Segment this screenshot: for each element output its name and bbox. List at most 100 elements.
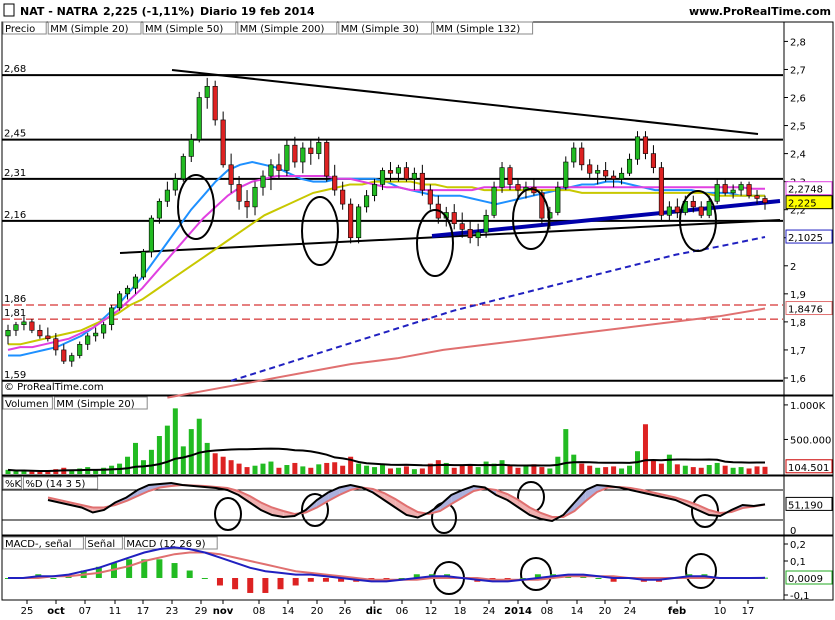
- volume-bar: [595, 467, 601, 474]
- candle-body: [642, 136, 649, 154]
- value-box-label: 2,2748: [788, 185, 823, 196]
- x-tick-label: 29: [195, 606, 208, 617]
- candle-body: [746, 184, 752, 196]
- candle-body: [666, 206, 672, 216]
- level-label: 1,81: [4, 308, 26, 319]
- volume-bar: [132, 442, 138, 474]
- volume-bar: [714, 462, 720, 474]
- volume-bar: [475, 467, 481, 474]
- candle: [212, 80, 218, 126]
- candle-body: [491, 186, 497, 216]
- volume-bar: [308, 467, 314, 474]
- volume-bar: [236, 463, 242, 474]
- x-tick-label: 20: [311, 606, 324, 617]
- legend-label: MM (Simple 50): [145, 24, 223, 35]
- candle-body: [371, 184, 378, 196]
- volume-bar: [260, 463, 266, 474]
- volume-bar: [204, 442, 210, 474]
- volume-bar: [539, 467, 545, 474]
- macd-histogram-bar: [156, 559, 163, 578]
- candle-body: [260, 175, 266, 188]
- candle-body: [204, 85, 210, 98]
- volume-bar: [650, 460, 656, 474]
- volume-bar: [658, 463, 664, 474]
- candle-body: [61, 349, 67, 362]
- candle-body: [411, 172, 417, 180]
- site-name: www.ProRealTime.com: [689, 5, 831, 18]
- candle-body: [467, 229, 473, 239]
- candle-body: [690, 200, 696, 208]
- candle: [284, 139, 290, 177]
- candle-body: [268, 164, 274, 177]
- candle: [117, 291, 123, 311]
- candle-body: [483, 215, 489, 233]
- candle: [220, 111, 226, 168]
- volume-bar: [459, 465, 465, 474]
- candle-body: [650, 153, 656, 168]
- level-label: 2,16: [4, 210, 26, 221]
- volume-bar: [563, 429, 569, 474]
- macd-histogram-bar: [277, 578, 284, 590]
- value-box-label: 0,0009: [788, 574, 823, 585]
- candle-body: [172, 178, 178, 191]
- volume-bar: [698, 467, 704, 474]
- volume-bar: [722, 465, 728, 474]
- candle: [324, 139, 330, 182]
- x-tick-label: dic: [366, 606, 383, 617]
- volume-bar: [603, 467, 609, 474]
- legend-label: MACD-, señal: [5, 539, 72, 550]
- candle-body: [730, 189, 736, 194]
- candle-body: [419, 172, 425, 191]
- volume-bar: [706, 465, 712, 474]
- candle-body: [212, 85, 218, 121]
- volume-bar: [188, 429, 194, 474]
- candle-body: [722, 184, 728, 194]
- candle-body: [706, 200, 712, 216]
- candle-body: [316, 142, 322, 154]
- candle-body: [53, 338, 59, 351]
- tick-label: 1,9: [790, 290, 806, 301]
- value-box-label: 2,1025: [788, 233, 823, 244]
- level-label: 2,68: [4, 64, 26, 75]
- candle: [180, 153, 186, 182]
- x-tick-label: 12: [425, 606, 438, 617]
- tick-label: 1,6: [790, 374, 806, 385]
- candle-body: [603, 170, 609, 177]
- value-box-label: 104.501: [788, 463, 829, 474]
- candle-body: [754, 195, 760, 199]
- candle-body: [156, 200, 162, 219]
- candle: [746, 181, 752, 199]
- volume-bar: [324, 462, 330, 474]
- candle-body: [499, 167, 505, 188]
- candle-body: [300, 147, 306, 163]
- macd-histogram-bar: [595, 578, 602, 579]
- candle: [77, 341, 83, 359]
- tick-label: 1,7: [790, 346, 806, 357]
- macd-histogram-bar: [247, 578, 254, 593]
- candle-body: [188, 139, 194, 157]
- volume-bar: [682, 465, 688, 474]
- tick-label: 1,8: [790, 318, 806, 329]
- volume-bar: [220, 456, 226, 474]
- candle-body: [276, 164, 282, 171]
- candle-body: [619, 172, 625, 180]
- x-tick-label: 17: [137, 606, 150, 617]
- volume-bar: [419, 468, 425, 474]
- volume-bar: [372, 467, 378, 474]
- candle-body: [340, 189, 346, 205]
- tick-label: 0,1: [790, 557, 806, 568]
- volume-bar: [37, 471, 43, 474]
- volume-bar: [125, 456, 131, 474]
- volume-bar: [276, 467, 282, 474]
- volume-bar: [340, 465, 346, 474]
- volume-bar: [627, 465, 633, 474]
- candle-body: [387, 170, 394, 174]
- value-box-label: 2,225: [788, 199, 817, 210]
- tick-label: 2,6: [790, 94, 806, 105]
- macd-histogram-bar: [292, 578, 299, 586]
- macd-histogram-bar: [201, 578, 208, 579]
- volume-bar: [292, 462, 298, 474]
- candle-body: [626, 158, 633, 174]
- macd-histogram-bar: [307, 578, 314, 582]
- x-tick-label: 07: [79, 606, 92, 617]
